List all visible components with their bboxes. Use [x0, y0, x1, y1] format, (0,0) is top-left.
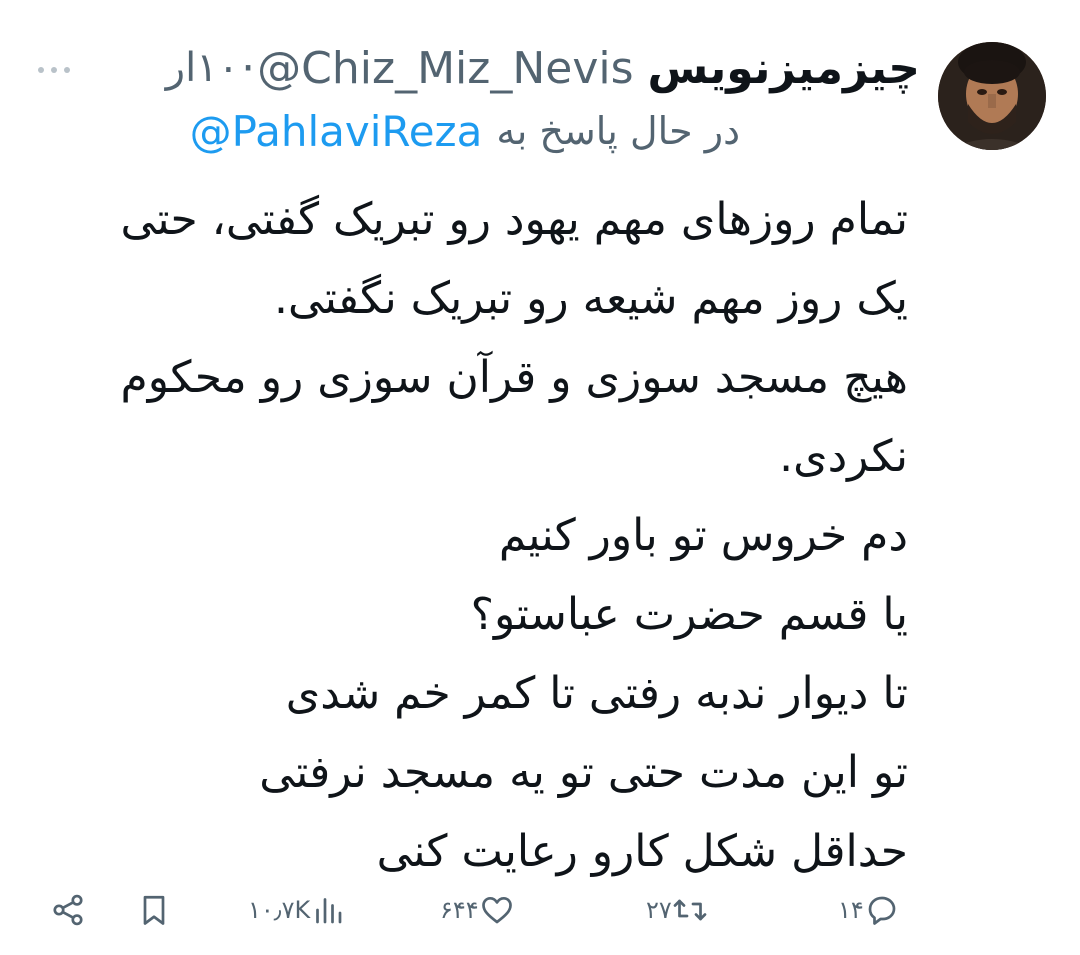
action-bar: ۱۴ ۲۷ ۶۴۴ ۱۰٫۷K — [0, 880, 1080, 940]
share-button[interactable] — [50, 880, 86, 940]
heart-icon — [481, 896, 512, 924]
avatar[interactable] — [938, 42, 1046, 150]
tweet-header: چیزمیزنویس @Chiz_Miz_Nevis · ۱۰ار — [166, 38, 920, 98]
more-icon[interactable] — [38, 52, 70, 88]
views-icon — [316, 898, 342, 924]
reply-context: در حال پاسخ به @PahlaviReza — [190, 102, 740, 160]
tweet-text-line: تمام روزهای مهم یهود رو تبریک گفتی، حتی — [120, 194, 908, 245]
retweet-count: ۲۷ — [646, 896, 672, 924]
bookmark-icon — [143, 895, 165, 925]
like-button[interactable]: ۶۴۴ — [440, 880, 515, 940]
bookmark-button[interactable] — [136, 880, 172, 940]
separator-dot: · — [241, 42, 256, 94]
tweet-text-line: نکردی. — [779, 431, 908, 482]
share-icon — [53, 894, 83, 926]
reply-icon — [868, 896, 896, 925]
reply-count: ۱۴ — [838, 896, 864, 924]
tweet-text-line: دم خروس تو باور کنیم — [498, 510, 908, 561]
tweet-text-line: تو این مدت حتی تو یه مسجد نرفتی — [259, 747, 908, 798]
reply-prefix: در حال پاسخ به — [496, 109, 740, 153]
user-handle[interactable]: @Chiz_Miz_Nevis — [257, 43, 633, 94]
tweet: چیزمیزنویس @Chiz_Miz_Nevis · ۱۰ار در حال… — [0, 0, 1080, 955]
more-dot — [38, 67, 44, 73]
reply-mention-link[interactable]: @PahlaviReza — [190, 107, 483, 156]
tweet-text: تمام روزهای مهم یهود رو تبریک گفتی، حتی … — [28, 180, 908, 891]
more-dot — [51, 67, 57, 73]
like-count: ۶۴۴ — [440, 896, 479, 924]
tweet-text-line: یا قسم حضرت عباستو؟ — [470, 589, 908, 640]
views-button[interactable]: ۱۰٫۷K — [248, 880, 346, 940]
avatar-portrait — [938, 42, 1046, 150]
more-dot — [64, 67, 70, 73]
tweet-text-line: تا دیوار ندبه رفتی تا کمر خم شدی — [285, 668, 908, 719]
reply-button[interactable]: ۱۴ — [838, 880, 900, 940]
display-name[interactable]: چیزمیزنویس — [648, 43, 920, 94]
retweet-icon — [673, 899, 707, 921]
views-count: ۱۰٫۷K — [248, 896, 311, 924]
tweet-timestamp[interactable]: ۱۰ار — [166, 45, 239, 91]
retweet-button[interactable]: ۲۷ — [646, 880, 708, 940]
tweet-text-line: هیچ مسجد سوزی و قرآن سوزی رو محکوم — [120, 352, 908, 403]
tweet-text-line: یک روز مهم شیعه رو تبریک نگفتی. — [273, 273, 908, 324]
